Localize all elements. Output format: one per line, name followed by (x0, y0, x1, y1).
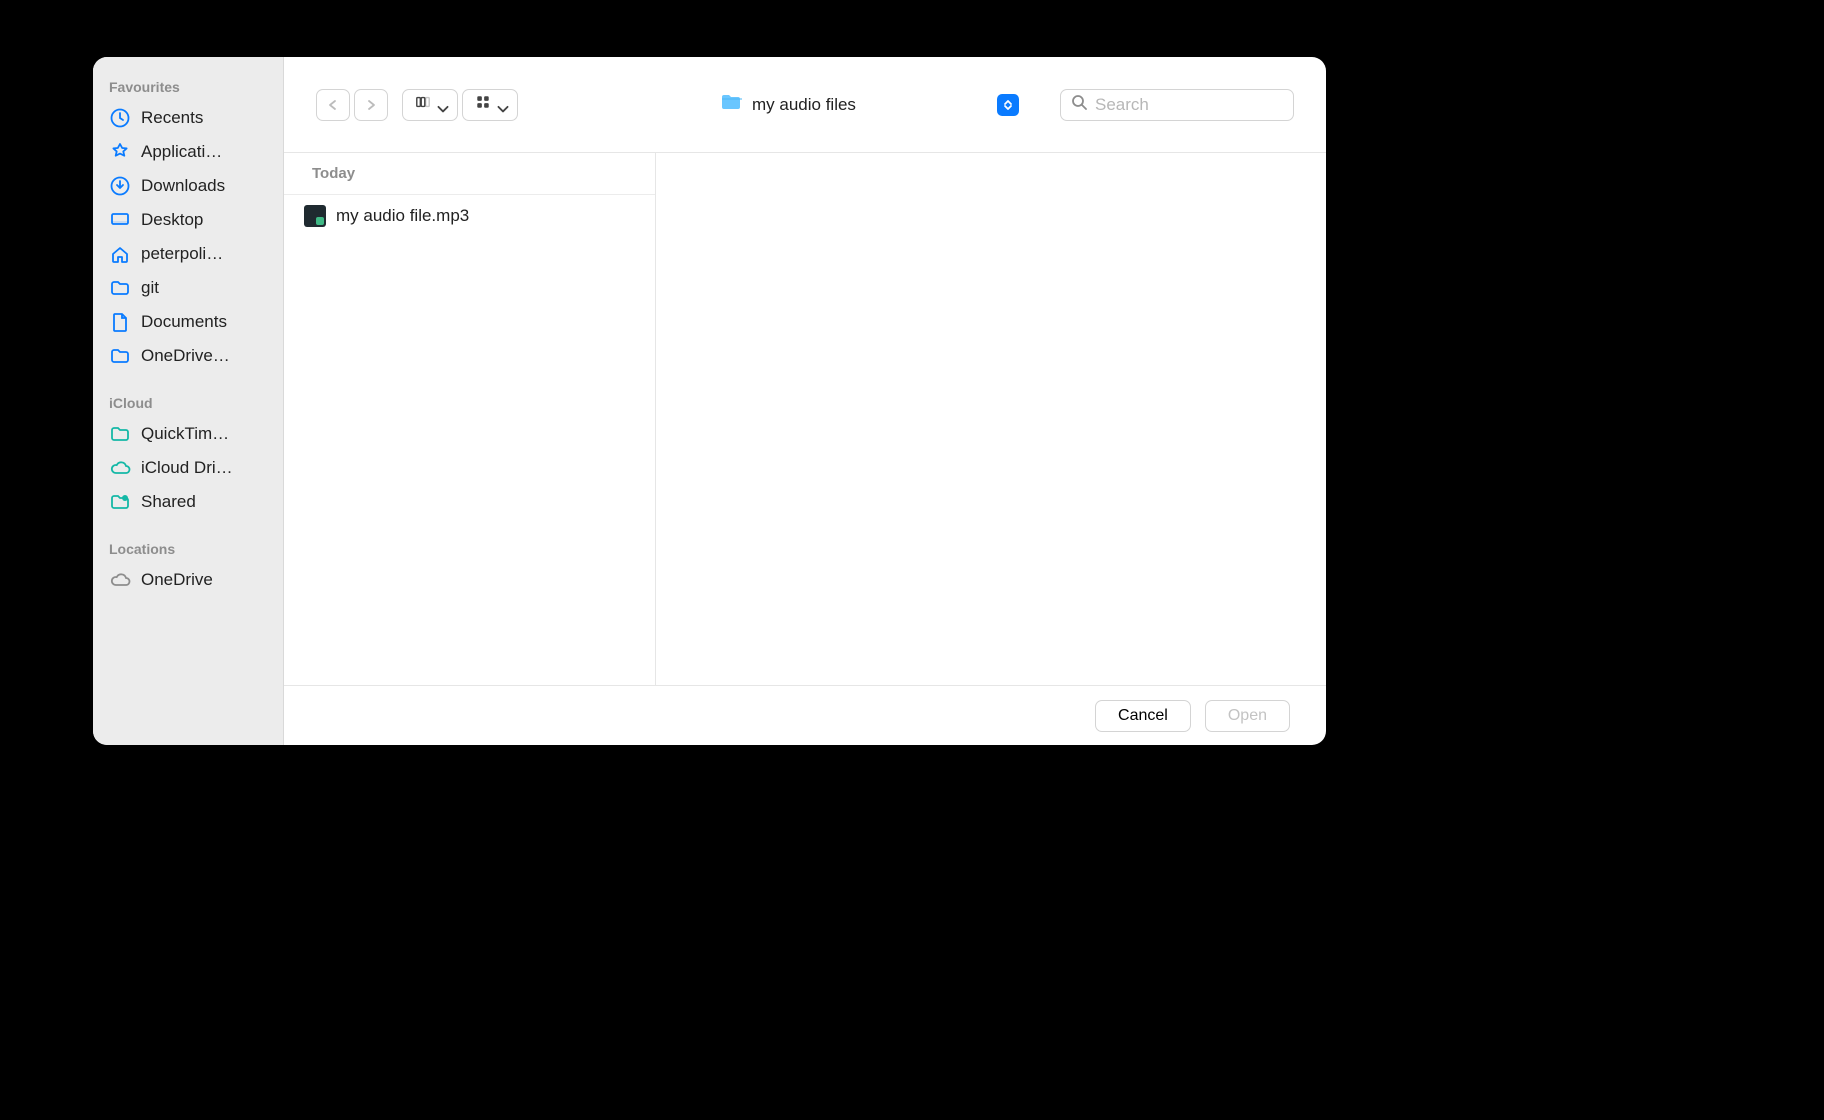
sidebar-item-icloud-drive[interactable]: iCloud Dri… (101, 451, 275, 485)
sidebar-item-home[interactable]: peterpoli… (101, 237, 275, 271)
sidebar-item-label: QuickTim… (141, 424, 229, 444)
folder-icon (720, 91, 742, 118)
folder-icon (109, 345, 131, 367)
shared-folder-icon (109, 491, 131, 513)
nav-back-button[interactable] (316, 89, 350, 121)
file-group-header: Today (284, 153, 655, 195)
sidebar-item-recents[interactable]: Recents (101, 101, 275, 135)
sidebar-item-desktop[interactable]: Desktop (101, 203, 275, 237)
folder-icon (109, 423, 131, 445)
sidebar-item-label: OneDrive (141, 570, 213, 590)
cloud-icon (109, 457, 131, 479)
search-input[interactable] (1095, 95, 1316, 115)
sidebar-item-label: OneDrive… (141, 346, 230, 366)
download-icon (109, 175, 131, 197)
sidebar-item-label: Downloads (141, 176, 225, 196)
home-icon (109, 243, 131, 265)
sidebar: Favourites Recents Applicati… Downloads … (93, 57, 284, 745)
preview-pane (656, 153, 1326, 685)
path-dropdown[interactable]: my audio files (712, 89, 1022, 121)
sidebar-section-icloud: iCloud (101, 387, 275, 417)
file-row[interactable]: my audio file.mp3 (284, 195, 655, 237)
sidebar-item-onedrive-fav[interactable]: OneDrive… (101, 339, 275, 373)
path-label: my audio files (752, 95, 987, 115)
view-columns-button[interactable] (402, 89, 458, 121)
cancel-button[interactable]: Cancel (1095, 700, 1191, 732)
file-column[interactable]: Today my audio file.mp3 (284, 153, 656, 685)
sidebar-item-onedrive-loc[interactable]: OneDrive (101, 563, 275, 597)
dialog-footer: Cancel Open (284, 685, 1326, 745)
clock-icon (109, 107, 131, 129)
audio-file-icon (304, 205, 326, 227)
toolbar: my audio files (284, 57, 1326, 153)
cloud-icon (109, 569, 131, 591)
sidebar-section-locations: Locations (101, 533, 275, 563)
sidebar-section-favourites: Favourites (101, 71, 275, 101)
columns-icon (415, 94, 431, 115)
sidebar-item-label: iCloud Dri… (141, 458, 233, 478)
sidebar-item-label: Applicati… (141, 142, 222, 162)
open-file-dialog: Favourites Recents Applicati… Downloads … (93, 57, 1326, 745)
sidebar-item-label: git (141, 278, 159, 298)
chevron-down-icon (435, 100, 445, 110)
sidebar-item-label: Documents (141, 312, 227, 332)
sidebar-item-git[interactable]: git (101, 271, 275, 305)
desktop-icon (109, 209, 131, 231)
document-icon (109, 311, 131, 333)
sidebar-item-label: Shared (141, 492, 196, 512)
sidebar-item-label: peterpoli… (141, 244, 223, 264)
sidebar-item-applications[interactable]: Applicati… (101, 135, 275, 169)
sidebar-item-label: Desktop (141, 210, 203, 230)
search-field[interactable] (1060, 89, 1294, 121)
sidebar-item-documents[interactable]: Documents (101, 305, 275, 339)
search-icon (1071, 94, 1087, 115)
sidebar-item-shared[interactable]: Shared (101, 485, 275, 519)
sidebar-item-quicktime[interactable]: QuickTim… (101, 417, 275, 451)
appstore-icon (109, 141, 131, 163)
folder-icon (109, 277, 131, 299)
sidebar-item-downloads[interactable]: Downloads (101, 169, 275, 203)
open-button[interactable]: Open (1205, 700, 1290, 732)
sidebar-item-label: Recents (141, 108, 203, 128)
view-grouping-button[interactable] (462, 89, 518, 121)
updown-icon (997, 94, 1019, 116)
nav-forward-button[interactable] (354, 89, 388, 121)
file-name: my audio file.mp3 (336, 206, 469, 226)
grid-icon (475, 94, 491, 115)
main-area: my audio files Today my audio file.mp3 C… (284, 57, 1326, 745)
chevron-down-icon (495, 100, 505, 110)
